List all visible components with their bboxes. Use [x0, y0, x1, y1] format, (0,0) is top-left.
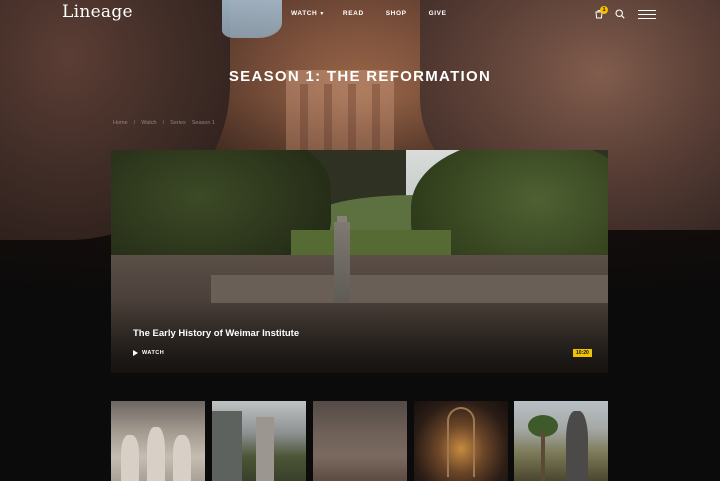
episode-thumbnail[interactable] — [212, 401, 306, 481]
nav-give[interactable]: GIVE — [429, 10, 447, 17]
episode-thumbnail[interactable] — [111, 401, 205, 481]
breadcrumb-separator: / — [162, 120, 165, 126]
menu-icon[interactable] — [638, 9, 656, 19]
page-title: SEASON 1: THE REFORMATION — [228, 68, 492, 85]
video-thumbnail-monument — [334, 222, 350, 302]
breadcrumb-current: Season 1 — [191, 120, 215, 126]
duration-badge: 10:20 — [573, 349, 592, 357]
cart-count-badge: 1 — [600, 6, 608, 14]
breadcrumb-home[interactable]: Home — [113, 120, 128, 126]
chevron-down-icon: ▼ — [319, 11, 325, 17]
episode-thumbnail[interactable] — [313, 401, 407, 481]
featured-video-card[interactable]: The Early History of Weimar Institute WA… — [111, 150, 608, 373]
search-icon[interactable] — [615, 9, 625, 19]
nav-read[interactable]: READ — [343, 10, 364, 17]
episode-thumbnail[interactable] — [514, 401, 608, 481]
site-header: Lineage WATCH ▼ READ SHOP GIVE 1 — [0, 0, 720, 30]
episode-thumbnails — [111, 401, 608, 481]
breadcrumb: Home / Watch / Series Season 1 — [113, 120, 215, 126]
nav-shop[interactable]: SHOP — [386, 10, 407, 17]
main-nav: WATCH ▼ READ SHOP GIVE — [291, 10, 447, 17]
breadcrumb-series[interactable]: Series — [170, 120, 186, 126]
nav-watch-label: WATCH — [291, 10, 318, 17]
breadcrumb-separator: / — [133, 120, 136, 126]
video-thumbnail-wall-top — [211, 275, 608, 303]
nav-watch[interactable]: WATCH ▼ — [291, 10, 325, 17]
episode-thumbnail[interactable] — [414, 401, 508, 481]
breadcrumb-watch[interactable]: Watch — [141, 120, 156, 126]
video-title[interactable]: The Early History of Weimar Institute — [133, 328, 299, 339]
watch-button[interactable]: WATCH — [133, 350, 164, 356]
play-icon — [133, 350, 138, 356]
watch-button-label: WATCH — [142, 350, 165, 356]
site-logo[interactable]: Lineage — [62, 2, 133, 22]
